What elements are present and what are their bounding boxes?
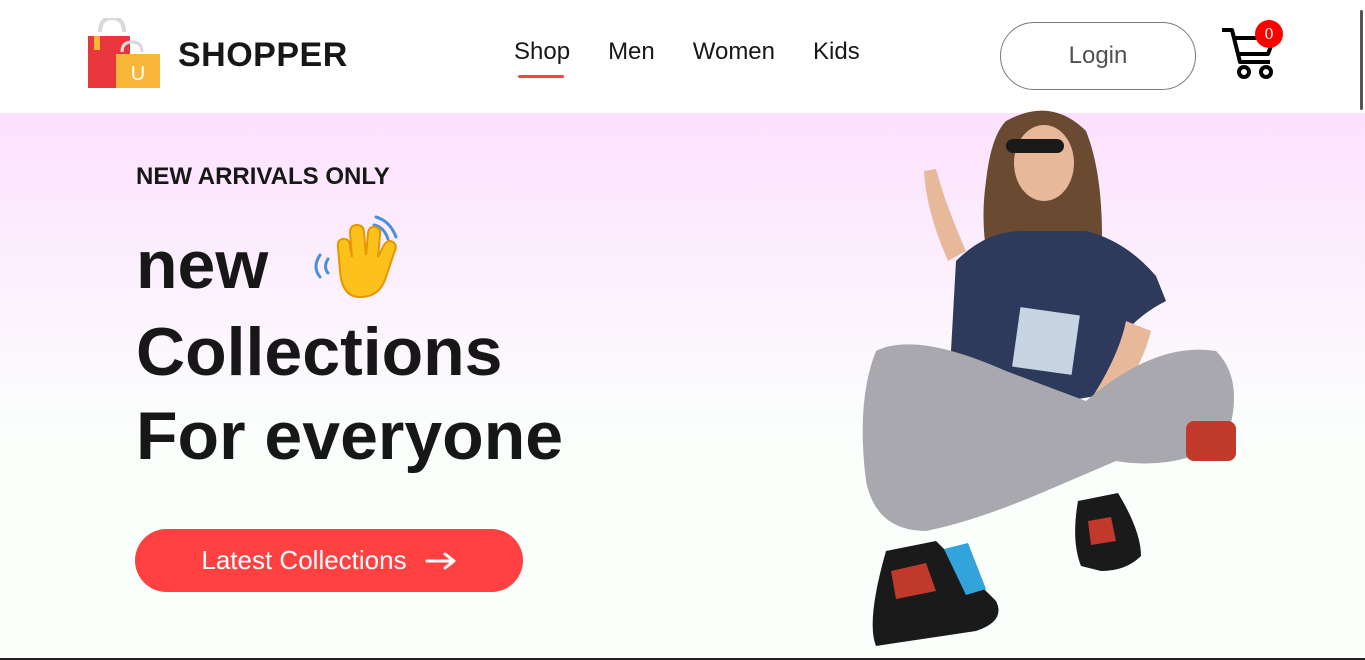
nav-item-label: Women — [692, 38, 776, 65]
waving-hand-icon — [314, 215, 398, 299]
logo-letter: U — [131, 63, 145, 85]
arrow-right-icon — [425, 552, 456, 569]
nav-item-shop[interactable]: Shop — [514, 38, 571, 78]
cart-count-badge: 0 — [1255, 20, 1283, 48]
brand-logo[interactable]: U SHOPPER — [86, 18, 348, 92]
nav-item-men[interactable]: Men — [608, 38, 655, 66]
latest-collections-label: Latest Collections — [201, 545, 407, 575]
hero-headline-line-3: For everyone — [136, 398, 564, 474]
nav-item-women[interactable]: Women — [693, 38, 775, 66]
shopping-bag-logo-icon: U — [88, 18, 160, 88]
brand-name: SHOPPER — [178, 35, 348, 74]
hero-headline-line-2: Collections — [136, 314, 503, 390]
nav-menu: Shop Men Women Kids — [514, 38, 860, 78]
scrollbar[interactable] — [1360, 10, 1363, 110]
hero-section: NEW ARRIVALS ONLY new Collections For ev… — [0, 110, 1365, 660]
hero-tagline: NEW ARRIVALS ONLY — [136, 163, 390, 190]
nav-item-kids[interactable]: Kids — [813, 38, 860, 66]
login-button[interactable]: Login — [1000, 22, 1196, 90]
hero-headline-line-1: new — [136, 227, 269, 303]
latest-collections-button[interactable]: Latest Collections — [135, 529, 523, 592]
hero-model-image — [862, 110, 1236, 646]
nav-item-label: Kids — [813, 38, 860, 65]
navbar: U SHOPPER Shop Men Women Kids Login 0 — [0, 0, 1365, 113]
nav-item-label: Shop — [514, 38, 571, 65]
nav-item-label: Men — [608, 38, 655, 65]
active-underline — [518, 75, 564, 78]
